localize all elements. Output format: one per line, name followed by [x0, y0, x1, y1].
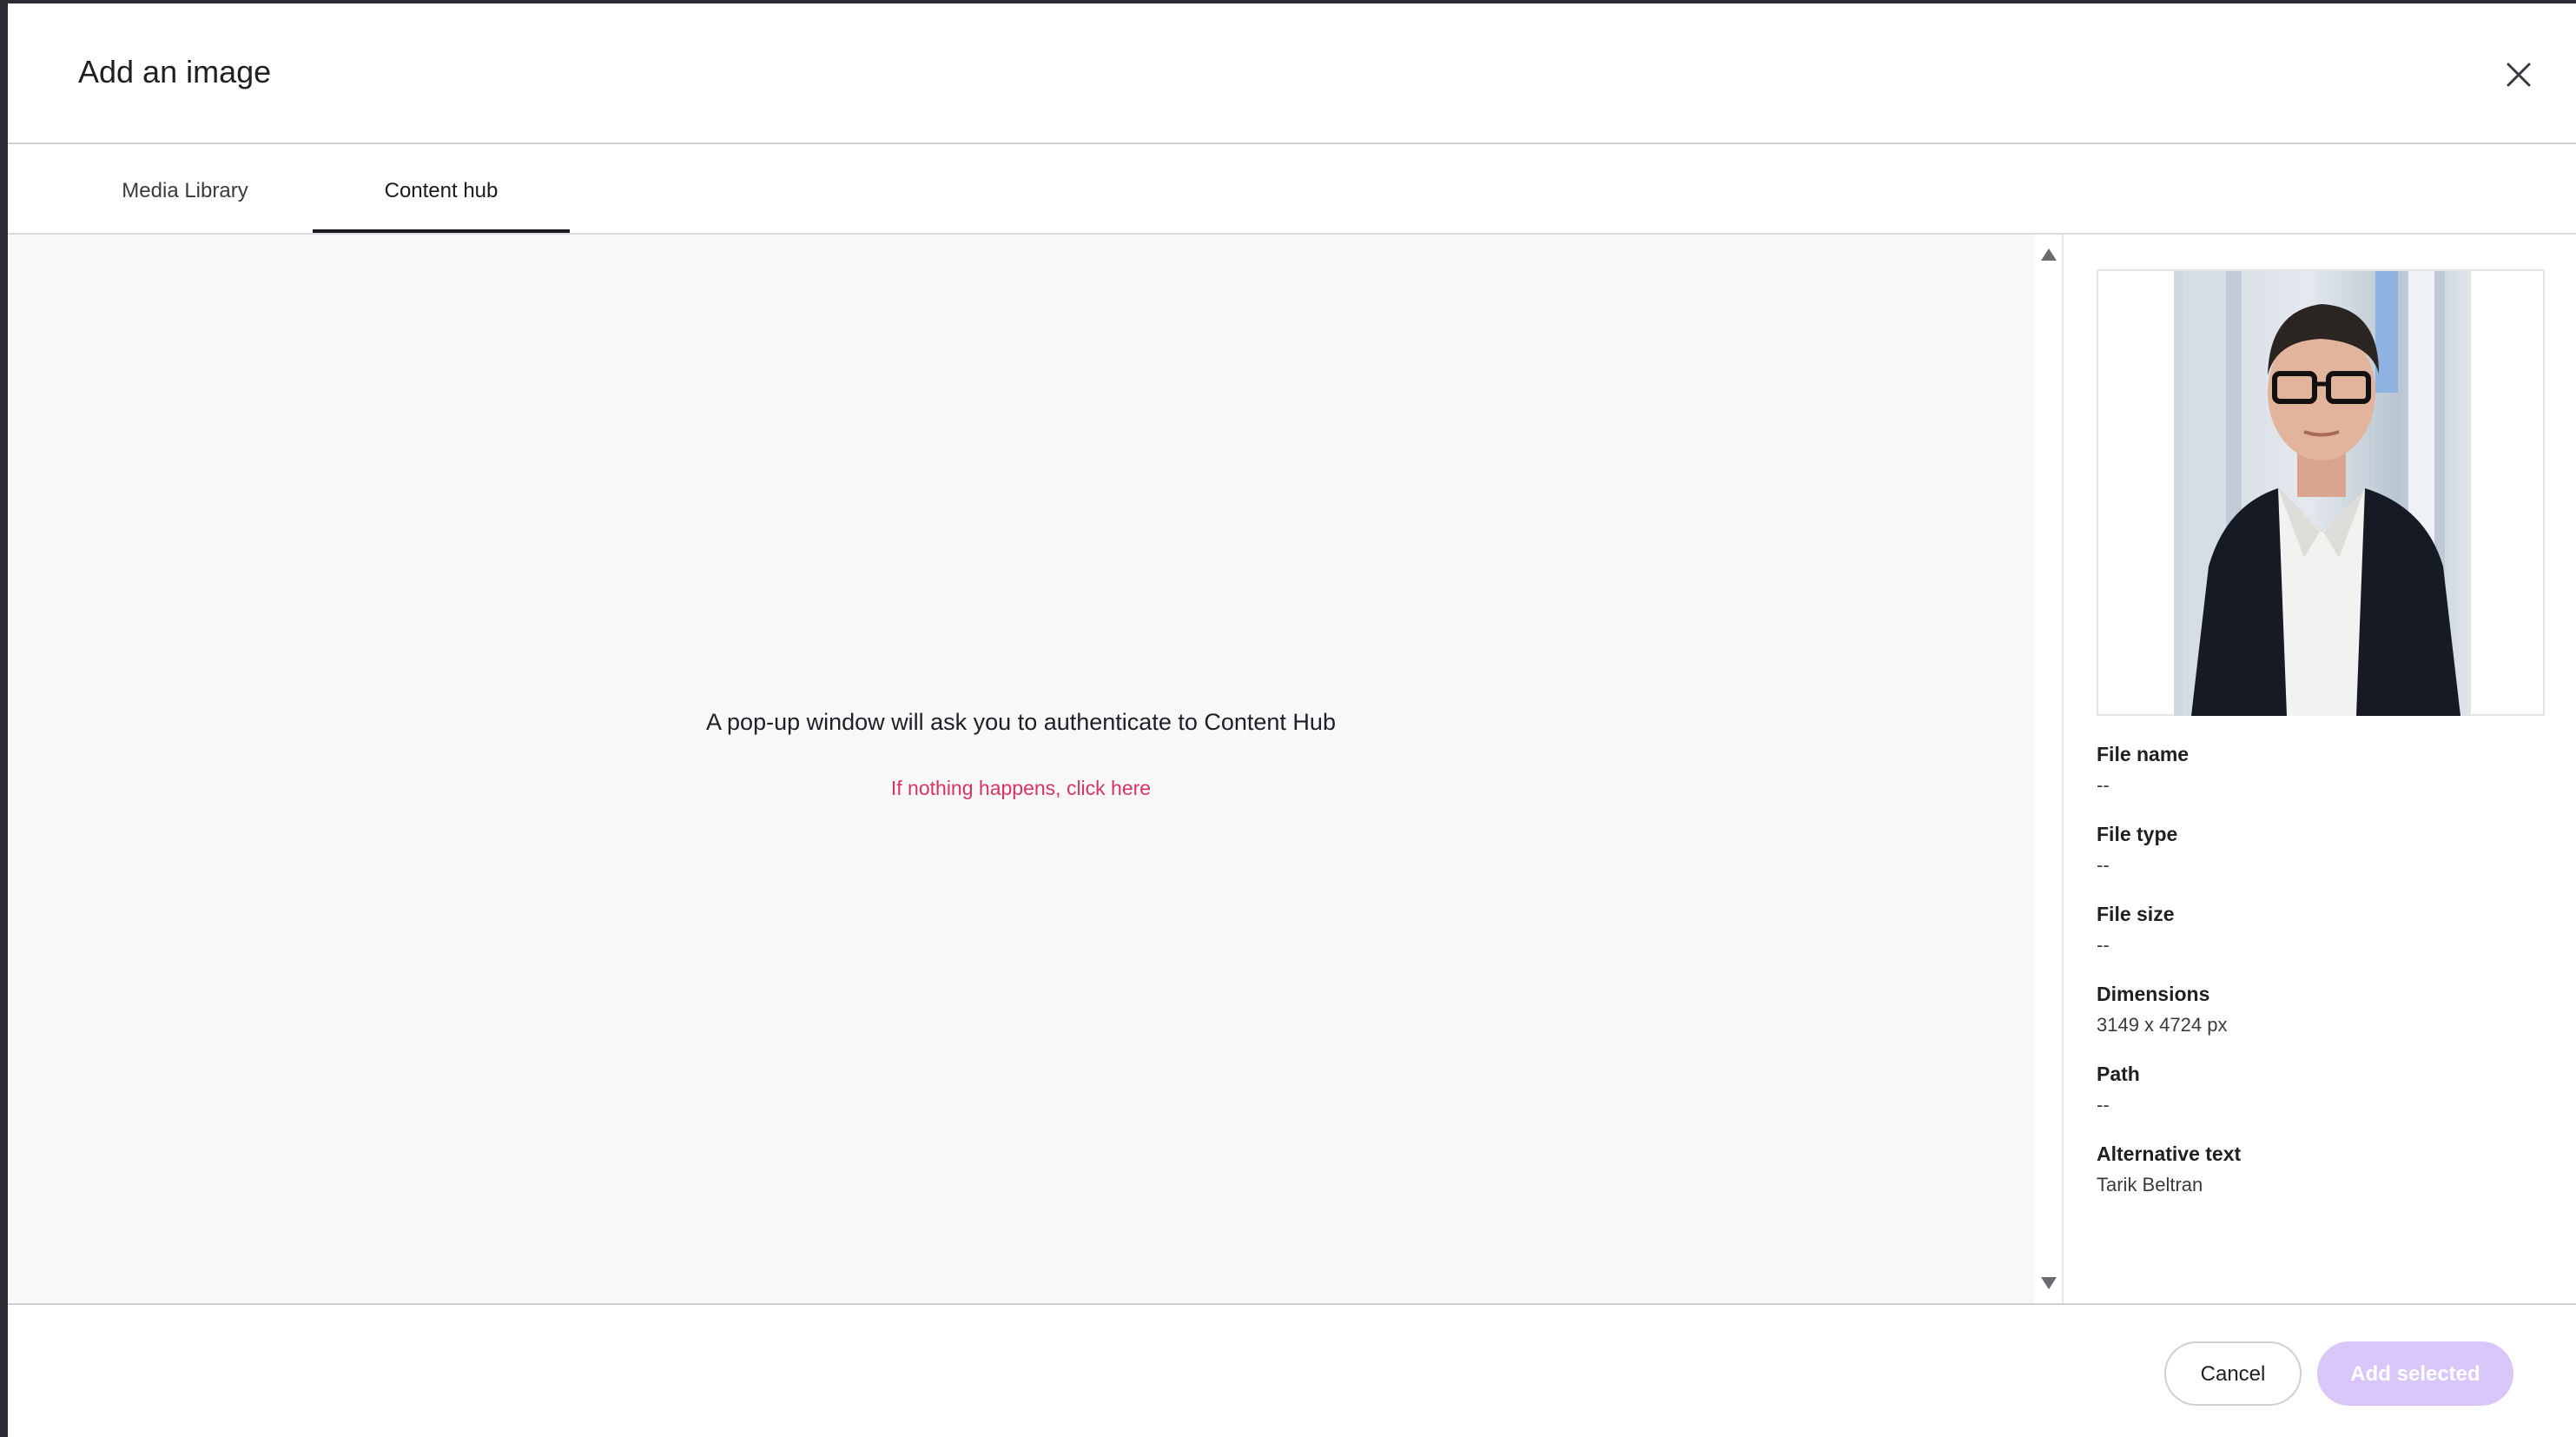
detail-label: File name	[2097, 743, 2190, 765]
dialog-title: Add an image	[78, 54, 272, 89]
tab-bar: Media Library Content hub	[8, 144, 2576, 235]
auth-retry-link[interactable]: If nothing happens, click here	[8, 777, 2034, 800]
content-hub-panel: A pop-up window will ask you to authenti…	[8, 235, 2034, 1305]
preview-photo	[2174, 271, 2471, 716]
detail-value: Tarik Beltran	[2097, 1174, 2203, 1195]
detail-file-type: File type --	[2097, 818, 2548, 898]
details-panel: File name -- File type -- File size -- D…	[2064, 235, 2576, 1305]
detail-alt-text: Alternative text Tarik Beltran	[2097, 1138, 2548, 1218]
detail-label: File size	[2097, 903, 2175, 925]
add-selected-button[interactable]: Add selected	[2317, 1341, 2513, 1406]
detail-value: 3149 x 4724 px	[2097, 1014, 2228, 1036]
close-icon	[2507, 63, 2531, 87]
detail-dimensions: Dimensions 3149 x 4724 px	[2097, 978, 2548, 1058]
detail-value: --	[2097, 854, 2110, 876]
dialog-header: Add an image	[8, 3, 2576, 144]
image-preview	[2097, 269, 2545, 716]
detail-label: Path	[2097, 1063, 2140, 1085]
detail-label: Dimensions	[2097, 983, 2210, 1005]
detail-file-name: File name --	[2097, 738, 2548, 818]
arrow-down-icon[interactable]	[2041, 1277, 2057, 1289]
detail-value: --	[2097, 774, 2110, 796]
detail-label: Alternative text	[2097, 1142, 2242, 1165]
auth-message: A pop-up window will ask you to authenti…	[706, 709, 1336, 735]
arrow-up-icon[interactable]	[2041, 248, 2057, 261]
close-button[interactable]	[2498, 54, 2540, 96]
dialog-footer: Cancel Add selected	[8, 1303, 2576, 1437]
add-image-dialog: Add an image Media Library Content hub A…	[8, 3, 2576, 1437]
tab-content-hub[interactable]: Content hub	[313, 144, 570, 233]
detail-file-size: File size --	[2097, 898, 2548, 978]
cancel-button[interactable]: Cancel	[2164, 1341, 2302, 1406]
vertical-scrollbar[interactable]	[2034, 235, 2062, 1305]
tab-media-library[interactable]: Media Library	[56, 144, 314, 233]
detail-value: --	[2097, 934, 2110, 956]
file-details: File name -- File type -- File size -- D…	[2097, 738, 2548, 1218]
detail-path: Path --	[2097, 1058, 2548, 1138]
detail-label: File type	[2097, 823, 2178, 845]
detail-value: --	[2097, 1094, 2110, 1116]
